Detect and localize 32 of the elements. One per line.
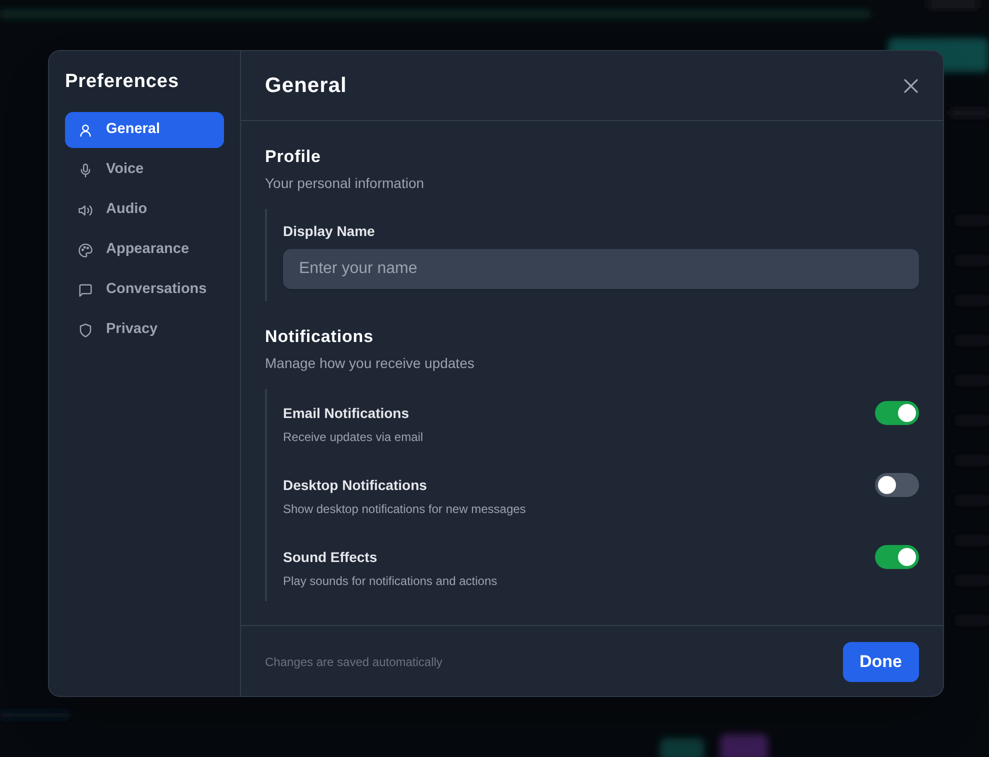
section-title: Profile — [265, 146, 322, 168]
microphone-icon — [78, 162, 93, 178]
setting-description: Play sounds for notifications and actions — [283, 573, 498, 589]
section-subtitle: Your personal information — [265, 174, 426, 193]
section-subtitle: Manage how you receive updates — [265, 354, 476, 373]
setting-description: Show desktop notifications for new messages — [283, 501, 526, 517]
close-icon — [904, 78, 918, 92]
sidebar-item[interactable]: Privacy — [65, 312, 224, 348]
window-title: Preferences — [65, 70, 180, 94]
toggle-switch[interactable] — [875, 401, 919, 425]
shield-icon — [78, 322, 93, 338]
sidebar-item[interactable]: Appearance — [65, 232, 224, 268]
sidebar-item[interactable]: Voice — [65, 152, 224, 188]
section-title: Notifications — [265, 326, 374, 348]
chat-bubble-icon — [78, 282, 93, 298]
name-input[interactable]: Enter your name — [283, 249, 919, 289]
setting-label: Email Notifications — [283, 404, 410, 423]
setting-label: Desktop Notifications — [283, 476, 428, 495]
user-icon — [78, 122, 93, 138]
toggle-switch[interactable] — [875, 473, 919, 497]
speaker-icon — [78, 202, 93, 218]
setting-description: Receive updates via email — [283, 429, 424, 445]
sidebar-item[interactable]: Conversations — [65, 272, 224, 308]
field-label: Display Name — [283, 222, 376, 241]
toggle-switch[interactable] — [875, 545, 919, 569]
palette-icon — [78, 242, 93, 258]
setting-label: Sound Effects — [283, 548, 378, 567]
sidebar-item[interactable]: General — [65, 112, 224, 148]
sidebar-item[interactable]: Audio — [65, 192, 224, 228]
panel-title: General — [265, 72, 347, 98]
done-button[interactable]: Done — [842, 642, 919, 682]
autosave-note: Changes are saved automatically — [265, 654, 442, 670]
